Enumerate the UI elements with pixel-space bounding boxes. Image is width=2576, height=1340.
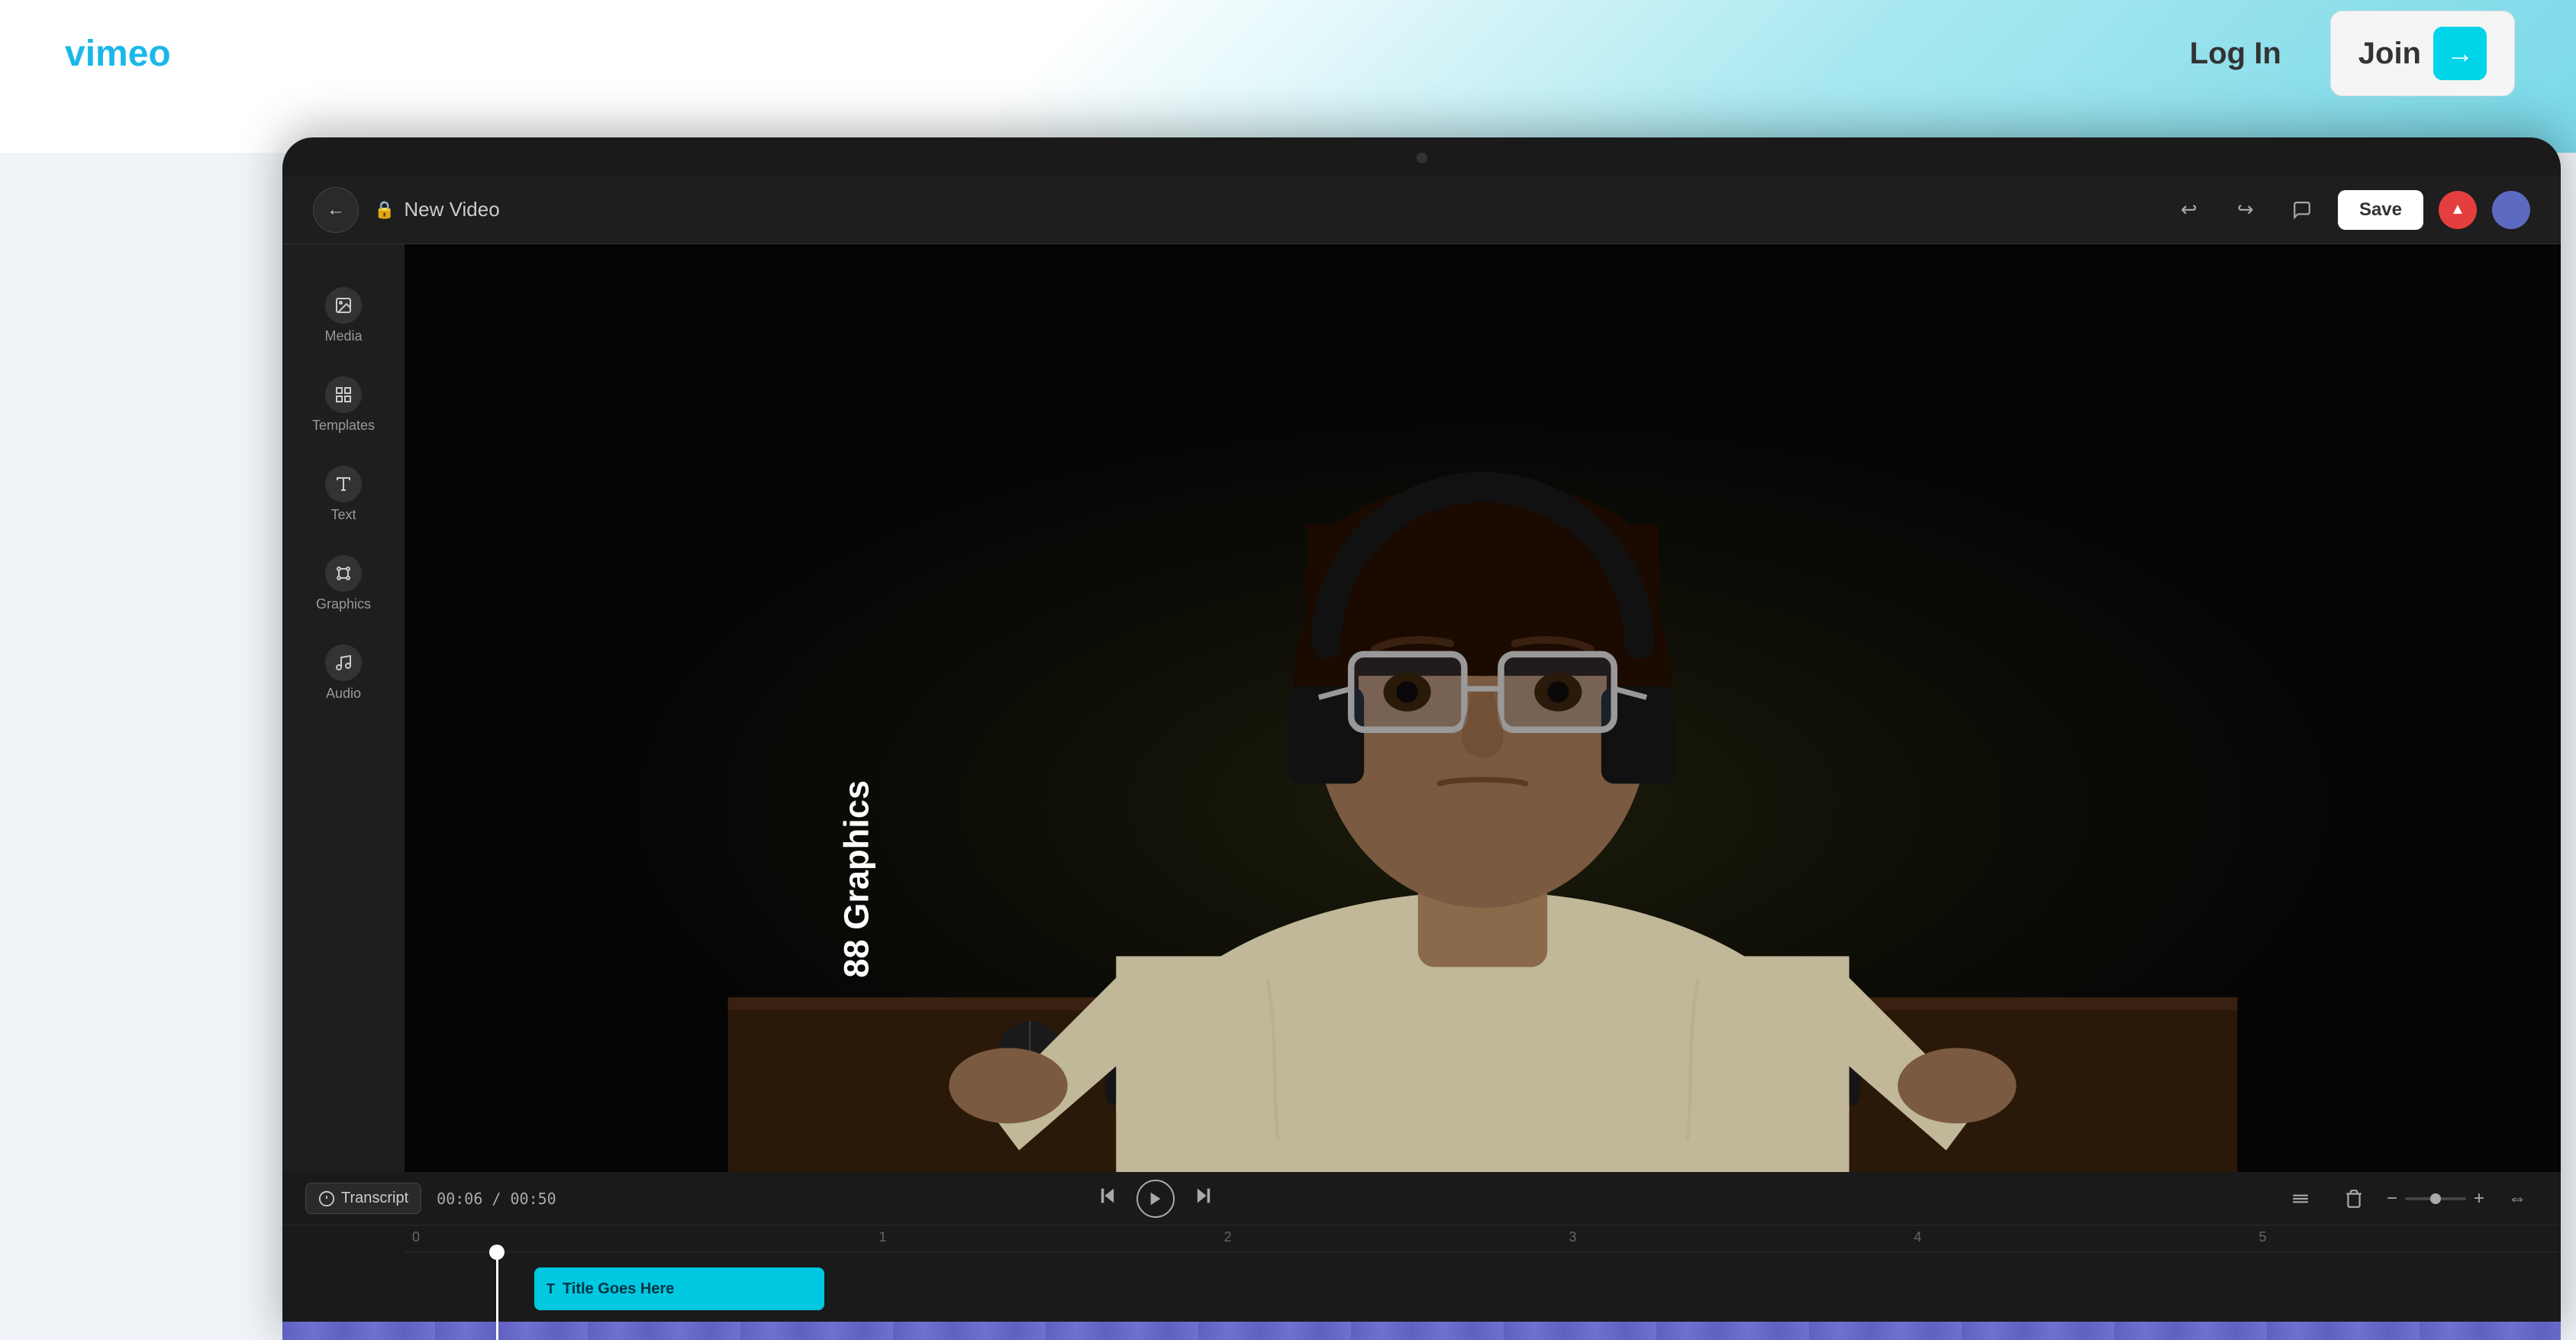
svg-text:vimeo: vimeo	[65, 34, 171, 74]
editor-topbar: ← 🔒 New Video ↩ ↪ Save ▲	[282, 176, 2561, 244]
sidebar-item-graphics[interactable]: Graphics	[298, 543, 389, 625]
video-preview: 88 Graphics	[405, 244, 2561, 1172]
avatar-user1: ▲	[2439, 191, 2477, 229]
nav-right: Log In Join →	[2171, 11, 2515, 96]
text-label: Text	[330, 507, 356, 523]
audio-label: Audio	[326, 686, 361, 702]
fit-button[interactable]: ⇔	[2497, 1178, 2538, 1219]
text-icon	[325, 466, 362, 502]
right-controls: − + ⇔	[2280, 1178, 2538, 1219]
text-track[interactable]: T Title Goes Here	[534, 1267, 824, 1310]
comment-button[interactable]	[2281, 189, 2323, 231]
delete-button[interactable]	[2333, 1178, 2374, 1219]
templates-label: Templates	[312, 418, 375, 434]
video-track[interactable]	[282, 1322, 2561, 1340]
timeline-tracks: T Title Goes Here	[282, 1252, 2561, 1340]
undo-button[interactable]: ↩	[2168, 189, 2210, 231]
zoom-minus-button[interactable]: −	[2387, 1188, 2397, 1209]
sidebar-item-templates[interactable]: Templates	[298, 364, 389, 446]
skip-forward-button[interactable]	[1193, 1185, 1214, 1212]
ruler-mark-1: 1	[879, 1229, 887, 1245]
svg-text:88 Graphics: 88 Graphics	[837, 780, 875, 978]
playback-controls	[1097, 1180, 1214, 1218]
ruler-mark-4: 4	[1914, 1229, 1922, 1245]
video-title-text: New Video	[404, 198, 499, 221]
zoom-controls: − +	[2387, 1188, 2484, 1209]
zoom-plus-button[interactable]: +	[2474, 1188, 2484, 1209]
media-icon	[325, 287, 362, 324]
transcript-badge[interactable]: Transcript	[305, 1183, 421, 1214]
back-button[interactable]: ←	[313, 187, 359, 233]
topbar-right-controls: ↩ ↪ Save ▲	[2168, 189, 2530, 231]
graphics-icon	[325, 555, 362, 592]
playhead-handle	[489, 1245, 505, 1260]
sidebar-item-media[interactable]: Media	[298, 275, 389, 357]
ruler-mark-5: 5	[2259, 1229, 2267, 1245]
ruler-mark-2: 2	[1224, 1229, 1232, 1245]
avatar-user2	[2492, 191, 2530, 229]
webcam-dot	[1417, 153, 1427, 163]
lock-icon: 🔒	[374, 200, 395, 220]
join-arrow-icon: →	[2433, 27, 2487, 80]
zoom-slider[interactable]	[2405, 1197, 2466, 1200]
video-content: 88 Graphics	[405, 244, 2561, 1172]
vimeo-logo[interactable]: vimeo	[61, 31, 214, 76]
playhead[interactable]	[496, 1252, 498, 1340]
sidebar-item-text[interactable]: Text	[298, 454, 389, 535]
ruler-mark-0: 0	[412, 1229, 420, 1245]
join-button[interactable]: Join →	[2330, 11, 2515, 96]
skip-back-button[interactable]	[1097, 1185, 1118, 1212]
templates-icon	[325, 376, 362, 413]
time-display: 00:06 / 00:50	[437, 1190, 556, 1208]
text-track-label: Title Goes Here	[563, 1280, 674, 1298]
top-navigation: vimeo Log In Join →	[0, 0, 2576, 107]
timeline-controls: Transcript 00:06 / 00:50	[282, 1172, 2561, 1225]
transcript-label: Transcript	[341, 1190, 408, 1207]
join-label: Join	[2358, 37, 2421, 71]
timeline-wrapper: Transcript 00:06 / 00:50	[282, 1172, 2561, 1340]
audio-icon	[325, 644, 362, 681]
ruler-mark-3: 3	[1569, 1229, 1577, 1245]
video-title-area: 🔒 New Video	[374, 198, 500, 221]
video-frame-svg: 88 Graphics	[405, 244, 2561, 1172]
trim-icon[interactable]	[2280, 1178, 2321, 1219]
device-frame: ← 🔒 New Video ↩ ↪ Save ▲	[282, 137, 2561, 1340]
save-button[interactable]: Save	[2338, 190, 2423, 230]
login-button[interactable]: Log In	[2171, 24, 2300, 83]
redo-button[interactable]: ↪	[2225, 189, 2266, 231]
media-label: Media	[324, 328, 362, 344]
sidebar-item-audio[interactable]: Audio	[298, 632, 389, 714]
timeline-ruler: 0 1 2 3 4 5	[405, 1225, 2561, 1252]
graphics-label: Graphics	[316, 596, 371, 612]
play-button[interactable]	[1136, 1180, 1175, 1218]
back-icon: ←	[327, 199, 345, 221]
